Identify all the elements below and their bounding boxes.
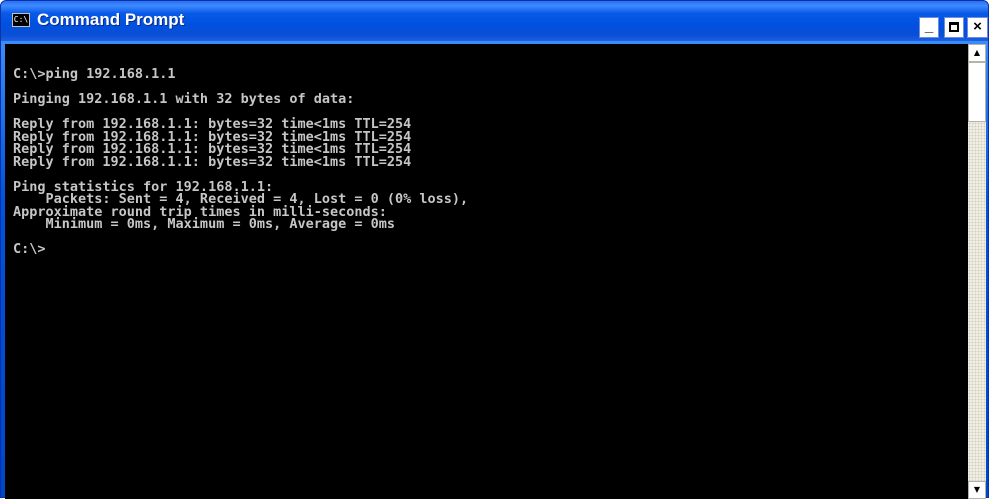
maximize-icon [949,22,959,32]
maximize-button[interactable] [944,17,964,38]
close-button[interactable]: × [967,17,988,38]
title-bar[interactable]: C:\ Command Prompt _ × [1,1,988,41]
console-line: C:\>ping 192.168.1.1 [13,66,176,82]
scroll-thumb[interactable] [968,62,986,122]
console-output: C:\>ping 192.168.1.1 Pinging 192.168.1.1 … [13,68,963,256]
vertical-scrollbar[interactable]: ▲ ▼ [968,44,986,499]
minimize-button[interactable]: _ [919,17,939,38]
scroll-up-button[interactable]: ▲ [968,44,986,62]
console-line: Pinging 192.168.1.1 with 32 bytes of dat… [13,91,355,107]
console-line: C:\> [13,241,46,257]
console-line: Reply from 192.168.1.1: bytes=32 time<1m… [13,153,412,170]
scroll-down-button[interactable]: ▼ [968,481,986,499]
console-icon[interactable]: C:\ [12,13,30,27]
command-prompt-window: C:\ Command Prompt _ × C:\>ping 192.168.… [0,0,989,499]
console-line: Minimum = 0ms, Maximum = 0ms, Average = … [13,216,396,232]
window-title: Command Prompt [37,10,185,29]
console-area[interactable]: C:\>ping 192.168.1.1 Pinging 192.168.1.1 … [5,44,986,499]
